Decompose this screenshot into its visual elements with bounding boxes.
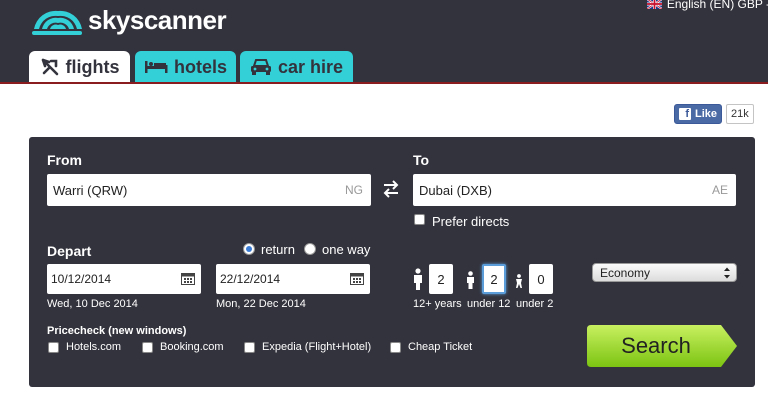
to-input[interactable]: Dubai (DXB) AE [413, 174, 736, 206]
car-icon [250, 59, 271, 75]
from-input-value: Warri (QRW) [53, 182, 128, 198]
child-icon [467, 271, 474, 289]
facebook-icon: f [679, 108, 691, 120]
bed-icon [144, 61, 168, 73]
return-radio[interactable] [243, 243, 255, 255]
to-country-code: AE [711, 183, 728, 197]
adults-label: 12+ years [413, 298, 462, 310]
uk-flag-icon [646, 0, 662, 9]
from-country-code: NG [345, 183, 363, 197]
one-way-radio[interactable] [304, 243, 316, 255]
infants-label: under 2 [516, 298, 554, 310]
facebook-like-label: Like [695, 108, 718, 120]
pricecheck-label: Pricecheck (new windows) [47, 325, 187, 337]
pricecheck-booking-label: Booking.com [160, 341, 224, 353]
plane-icon [41, 58, 58, 76]
to-label: To [413, 152, 430, 168]
cabin-class-value: Economy [600, 265, 651, 280]
tab-hotels-label: hotels [173, 56, 227, 77]
facebook-like-count: 21k [726, 104, 754, 124]
depart-label: Depart [47, 243, 92, 259]
return-date-input[interactable]: 22/12/2014 [216, 264, 370, 294]
adults-count[interactable]: 2 [429, 264, 453, 294]
logo[interactable]: skyscanner [28, 4, 227, 38]
children-count[interactable]: 2 [482, 264, 506, 294]
calendar-icon[interactable] [350, 272, 364, 285]
pricecheck-cheapticket-label: Cheap Ticket [408, 341, 473, 353]
logo-text: skyscanner [88, 4, 227, 35]
pricecheck-expedia-label: Expedia (Flight+Hotel) [262, 341, 372, 353]
cabin-class-select[interactable]: Economy [592, 263, 737, 282]
header-bar: skyscanner English (EN) GBP - flights ho… [0, 0, 768, 84]
locale-selector[interactable]: English (EN) GBP - [646, 0, 768, 11]
from-input[interactable]: Warri (QRW) NG [47, 174, 371, 206]
pricecheck-booking-checkbox[interactable] [142, 342, 153, 353]
flight-search-panel: From Warri (QRW) NG To Dubai (DXB) AE Pr… [29, 137, 755, 387]
children-label: under 12 [467, 298, 511, 310]
pricecheck-expedia-checkbox[interactable] [244, 342, 255, 353]
select-arrows-icon [724, 267, 730, 279]
to-input-value: Dubai (DXB) [419, 182, 492, 198]
skyscanner-logo-icon [32, 10, 82, 35]
tab-car-hire[interactable]: car hire [240, 51, 353, 83]
from-label: From [47, 152, 82, 168]
return-date-text: Mon, 22 Dec 2014 [216, 298, 306, 310]
facebook-like-widget[interactable]: f Like 21k [674, 104, 754, 124]
search-button-label: Search [621, 333, 691, 358]
pricecheck-cheapticket-checkbox[interactable] [390, 342, 401, 353]
prefer-directs-label: Prefer directs [432, 214, 510, 229]
tab-flights-label: flights [65, 56, 120, 77]
adult-icon [414, 268, 422, 290]
calendar-icon[interactable] [181, 272, 195, 285]
depart-date-text: Wed, 10 Dec 2014 [47, 298, 138, 310]
swap-icon[interactable] [381, 179, 401, 199]
search-button[interactable]: Search [587, 325, 737, 367]
tab-car-hire-label: car hire [277, 56, 344, 77]
return-radio-label: return [261, 242, 295, 257]
tab-hotels[interactable]: hotels [135, 51, 236, 83]
infants-count[interactable]: 0 [529, 264, 553, 294]
facebook-like-button[interactable]: f Like [674, 104, 722, 124]
return-date-value: 22/12/2014 [220, 272, 281, 286]
infant-icon [516, 274, 522, 288]
depart-date-value: 10/12/2014 [51, 272, 112, 286]
depart-date-input[interactable]: 10/12/2014 [47, 264, 201, 294]
prefer-directs-checkbox[interactable] [414, 214, 425, 225]
pricecheck-hotels-label: Hotels.com [66, 341, 122, 353]
one-way-radio-label: one way [322, 242, 371, 257]
header-divider [0, 82, 768, 84]
tab-flights[interactable]: flights [29, 51, 130, 83]
pricecheck-hotels-checkbox[interactable] [48, 342, 59, 353]
locale-label: English (EN) GBP - [666, 0, 768, 11]
